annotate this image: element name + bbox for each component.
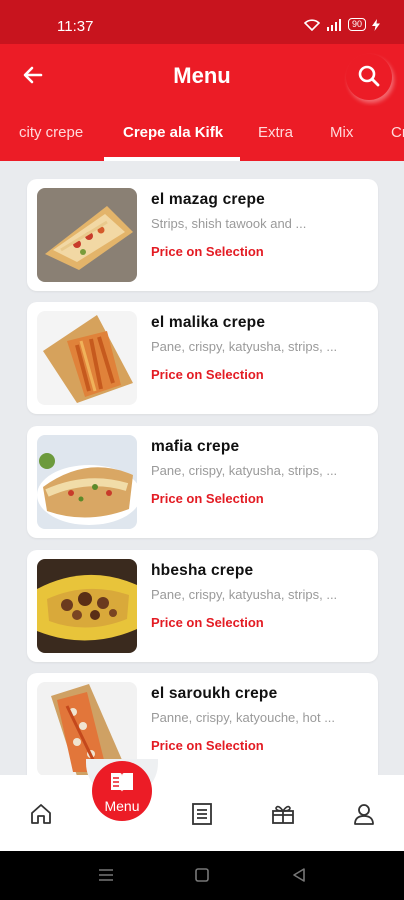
- item-name: el mazag crepe: [151, 191, 265, 208]
- status-bar: 11:37 90: [0, 0, 404, 44]
- search-button[interactable]: [346, 54, 392, 100]
- orders-list-icon: [192, 803, 212, 825]
- menu-item-card[interactable]: mafia crepe Pane, crispy, katyusha, stri…: [27, 426, 378, 538]
- category-tabs: city crepe Crepe ala Kifk Extra Mix Cr: [0, 106, 404, 161]
- menu-book-icon: [111, 773, 133, 792]
- item-description: Panne, crispy, katyouche, hot ...: [151, 710, 336, 725]
- back-triangle-icon[interactable]: [292, 868, 306, 882]
- item-name: el malika crepe: [151, 314, 266, 331]
- item-price: Price on Selection: [151, 491, 264, 506]
- item-name: hbesha crepe: [151, 562, 254, 579]
- wifi-icon: [303, 18, 320, 31]
- profile-icon: [354, 804, 374, 825]
- menu-item-card[interactable]: hbesha crepe Pane, crispy, katyusha, str…: [27, 550, 378, 662]
- item-description: Pane, crispy, katyusha, strips, ...: [151, 339, 338, 354]
- menu-item-list[interactable]: el mazag crepe Strips, shish tawook and …: [0, 161, 404, 775]
- item-price: Price on Selection: [151, 738, 264, 753]
- item-image: [37, 188, 137, 282]
- nav-home[interactable]: [28, 801, 56, 827]
- tab-crepe-ala-kifk[interactable]: Crepe ala Kifk: [123, 124, 223, 141]
- item-price: Price on Selection: [151, 244, 264, 259]
- status-icons: 90: [303, 18, 380, 31]
- home-icon: [31, 804, 51, 824]
- item-price: Price on Selection: [151, 615, 264, 630]
- gift-icon: [272, 805, 294, 824]
- bottom-navigation: Menu: [0, 759, 404, 851]
- item-description: Strips, shish tawook and ...: [151, 216, 307, 231]
- nav-offers[interactable]: [270, 801, 298, 827]
- system-navigation-bar: [0, 851, 404, 900]
- app-bar: Menu: [0, 44, 404, 106]
- item-description: Pane, crispy, katyusha, strips, ...: [151, 463, 338, 478]
- signal-icon: [326, 18, 341, 31]
- home-button-icon[interactable]: [195, 868, 209, 882]
- item-image: [37, 559, 137, 653]
- nav-menu-button[interactable]: Menu: [92, 761, 152, 821]
- page-title: Menu: [173, 63, 231, 88]
- tab-mix[interactable]: Mix: [330, 124, 353, 141]
- nav-profile[interactable]: [351, 801, 379, 827]
- battery-icon: 90: [347, 18, 366, 31]
- item-name: mafia crepe: [151, 438, 240, 455]
- item-name: el saroukh crepe: [151, 685, 278, 702]
- nav-orders[interactable]: [189, 801, 217, 827]
- recent-apps-icon[interactable]: [98, 868, 114, 882]
- search-icon: [358, 65, 380, 87]
- nav-menu-label: Menu: [104, 798, 140, 814]
- item-image: [37, 435, 137, 529]
- tab-city-crepe[interactable]: city crepe: [19, 124, 83, 141]
- status-time: 11:37: [57, 18, 94, 35]
- tab-extra[interactable]: Extra: [258, 124, 293, 141]
- item-image: [37, 311, 137, 405]
- charging-icon: [372, 18, 380, 31]
- item-description: Pane, crispy, katyusha, strips, ...: [151, 587, 338, 602]
- menu-item-card[interactable]: el saroukh crepe Panne, crispy, katyouch…: [27, 673, 378, 775]
- tab-cr[interactable]: Cr: [391, 124, 404, 141]
- item-price: Price on Selection: [151, 367, 264, 382]
- menu-item-card[interactable]: el mazag crepe Strips, shish tawook and …: [27, 179, 378, 291]
- menu-item-card[interactable]: el malika crepe Pane, crispy, katyusha, …: [27, 302, 378, 414]
